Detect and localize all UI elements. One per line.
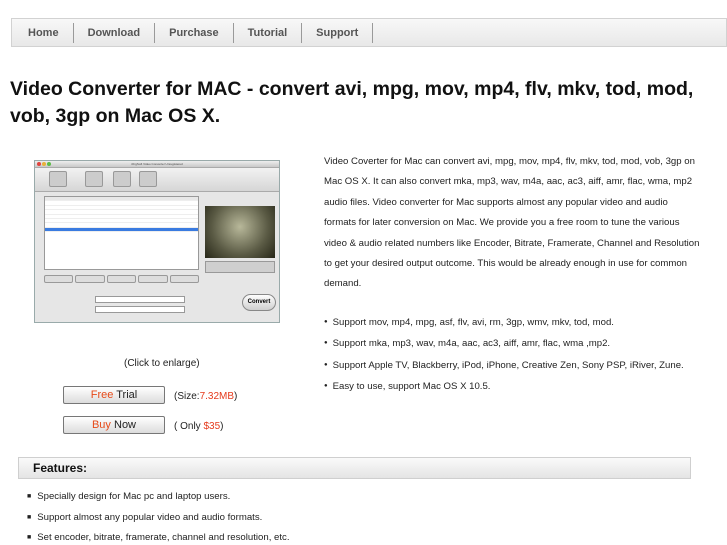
nav-purchase-link[interactable]: Purchase: [155, 22, 234, 43]
screenshot-list-buttons: [44, 275, 200, 283]
buy-now-button[interactable]: Buy Now: [63, 416, 165, 434]
buy-price-prefix: ( Only: [174, 421, 204, 432]
product-screenshot[interactable]: iOrgSoft Video Converter Unregistered Co…: [34, 160, 280, 323]
screenshot-window-title: iOrgSoft Video Converter Unregistered: [35, 161, 279, 168]
format-support-item: Support mov, mp4, mpg, asf, flv, avi, rm…: [324, 312, 702, 333]
format-support-item: Support mka, mp3, wav, m4a, aac, ac3, ai…: [324, 333, 702, 354]
nav-tutorial-link[interactable]: Tutorial: [234, 22, 303, 43]
features-list: Specially design for Mac pc and laptop u…: [27, 487, 290, 545]
page-title: Video Converter for MAC - convert avi, m…: [10, 78, 694, 127]
window-controls-icon: [37, 162, 51, 166]
features-header: Features:: [18, 457, 691, 479]
free-trial-button[interactable]: Free Trial: [63, 386, 165, 404]
screenshot-profile-field: [95, 296, 185, 303]
format-support-item: Support Apple TV, Blackberry, iPod, iPho…: [324, 355, 702, 376]
buy-now-word: Now: [114, 419, 137, 431]
nav-download-link[interactable]: Download: [74, 22, 156, 43]
trial-size-note: (Size:7.32MB): [174, 391, 237, 402]
trial-size-prefix: (Size:: [174, 391, 200, 402]
product-description: Video Coverter for Mac can convert avi, …: [324, 156, 700, 290]
free-trial-word: Trial: [116, 389, 138, 401]
trial-size-suffix: ): [234, 391, 238, 402]
buy-price-value: $35: [203, 421, 221, 432]
crop-icon: [139, 171, 157, 187]
trim-icon: [85, 171, 103, 187]
feature-item: Support almost any popular video and aud…: [27, 508, 290, 529]
screenshot-convert-button: Convert: [242, 294, 276, 311]
feature-item: Set encoder, bitrate, framerate, channel…: [27, 528, 289, 545]
screenshot-toolbar: [35, 168, 279, 192]
effect-icon: [113, 171, 131, 187]
screenshot-file-list: [44, 196, 199, 270]
buy-price-note: ( Only $35): [174, 421, 223, 432]
enlarge-caption[interactable]: (Click to enlarge): [124, 358, 200, 369]
nav-support-link[interactable]: Support: [302, 22, 374, 43]
screenshot-destination-field: [95, 306, 185, 313]
add-file-icon: [49, 171, 67, 187]
features-title: Features:: [33, 461, 88, 475]
screenshot-video-preview: [205, 206, 275, 258]
format-support-item: Easy to use, support Mac OS X 10.5.: [324, 376, 702, 397]
nav-home-link[interactable]: Home: [12, 22, 74, 43]
screenshot-title-text: iOrgSoft Video Converter Unregistered: [131, 162, 183, 166]
buy-price-suffix: ): [220, 421, 224, 432]
trial-size-value: 7.32MB: [199, 391, 235, 402]
buy-now-accent: Buy: [91, 419, 111, 431]
format-support-list: Support mov, mp4, mpg, asf, flv, avi, rm…: [324, 312, 702, 398]
screenshot-playback-controls: [205, 261, 275, 273]
free-trial-accent: Free: [90, 389, 114, 401]
feature-item: Specially design for Mac pc and laptop u…: [27, 487, 290, 508]
top-nav: Home Download Purchase Tutorial Support: [11, 18, 727, 47]
